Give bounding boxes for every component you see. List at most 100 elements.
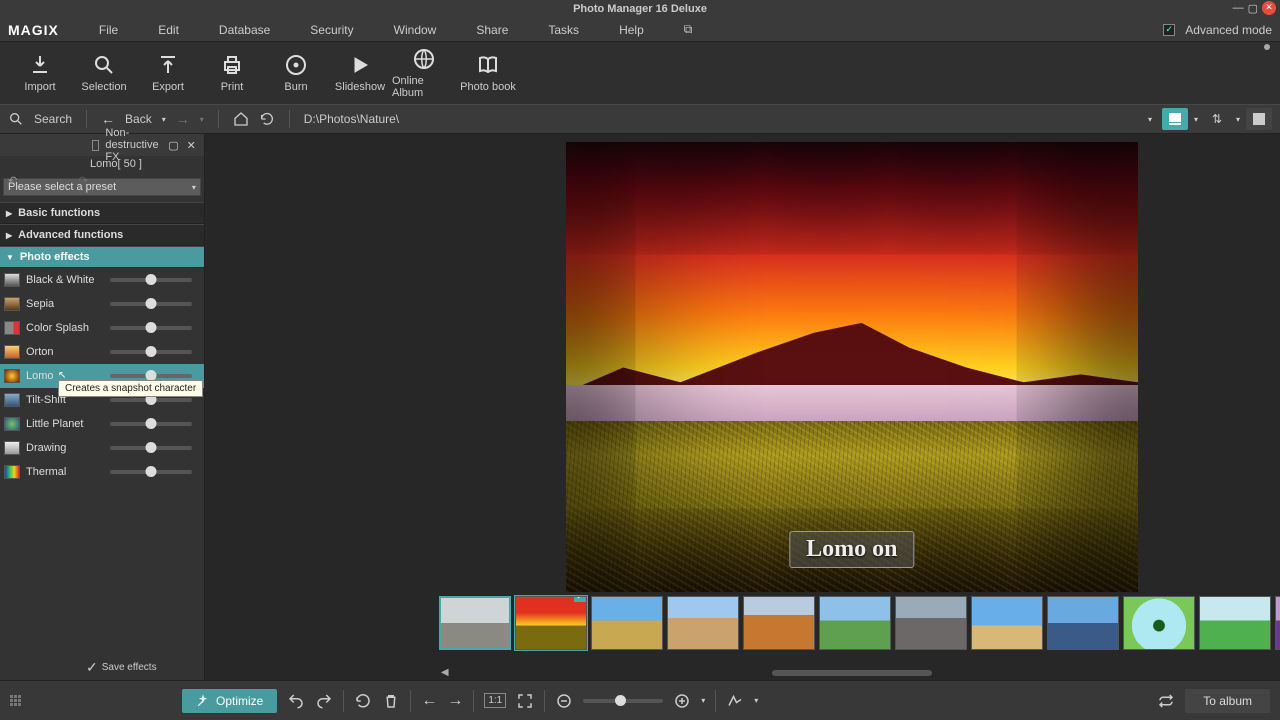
import-button[interactable]: Import (8, 43, 72, 103)
effect-lomo-slider[interactable] (110, 374, 192, 378)
thumbnail-9[interactable] (1047, 596, 1119, 650)
thumbnail-4[interactable] (667, 596, 739, 650)
photo-book-button[interactable]: Photo book (456, 43, 520, 103)
maximize-button[interactable]: ▢ (1248, 2, 1258, 15)
zoom-1to1-button[interactable]: 1:1 (484, 693, 506, 708)
close-button[interactable]: ✕ (1262, 1, 1276, 15)
group-basic-functions[interactable]: ▶Basic functions (0, 202, 204, 224)
thumbnail-7[interactable] (895, 596, 967, 650)
effect-tilt-shift-slider[interactable] (110, 398, 192, 402)
effect-black-white[interactable]: Black & White (0, 268, 204, 292)
effect-black-white-slider[interactable] (110, 278, 192, 282)
zoom-dropdown[interactable]: ▾ (701, 696, 705, 705)
menu-edit[interactable]: Edit (158, 23, 179, 37)
effect-color-splash[interactable]: Color Splash (0, 316, 204, 340)
effect-little-planet[interactable]: Little Planet (0, 412, 204, 436)
strip-prev[interactable]: ◀ (441, 667, 449, 678)
thumbnail-12[interactable] (1275, 596, 1280, 650)
menu-database[interactable]: Database (219, 23, 270, 37)
menu-share[interactable]: Share (476, 23, 508, 37)
effect-orton[interactable]: Orton (0, 340, 204, 364)
advanced-mode-checkbox[interactable] (1163, 24, 1175, 36)
thumbnail-8[interactable] (971, 596, 1043, 650)
undo-icon[interactable] (287, 692, 305, 710)
refresh-icon[interactable] (259, 111, 275, 127)
search-label[interactable]: Search (34, 112, 72, 126)
to-album-button[interactable]: To album (1185, 689, 1270, 713)
online-album-button[interactable]: Online Album (392, 43, 456, 103)
menu-tasks[interactable]: Tasks (548, 23, 579, 37)
menu-window[interactable]: Window (394, 23, 437, 37)
back-dropdown[interactable]: ▾ (162, 115, 166, 124)
grip-icon[interactable] (10, 695, 22, 707)
forward-arrow-icon[interactable]: → (176, 111, 190, 127)
effect-color-splash-slider[interactable] (110, 326, 192, 330)
thumbnail-6[interactable] (819, 596, 891, 650)
effect-drawing-slider[interactable] (110, 446, 192, 450)
zoom-in-icon[interactable] (673, 692, 691, 710)
effect-little-planet-slider[interactable] (110, 422, 192, 426)
effects-panel: Non-destructive FX ▢ ✕ Lomo[ 50 ] ↶ ↷ Pl… (0, 134, 205, 680)
effect-thermal[interactable]: Thermal (0, 460, 204, 484)
thumbnail-5[interactable] (743, 596, 815, 650)
optimize-button[interactable]: Optimize (182, 689, 277, 713)
effect-sepia-slider[interactable] (110, 302, 192, 306)
view-mode-preview[interactable] (1162, 108, 1188, 130)
effects-panel-header: Non-destructive FX ▢ ✕ (0, 134, 204, 156)
undo-icon[interactable]: ↶ (8, 174, 17, 187)
globe-icon (412, 47, 436, 71)
effect-lomo[interactable]: Lomo ↖ Creates a snapshot character (0, 364, 204, 388)
effect-settings-icon[interactable] (726, 692, 744, 710)
rotate-left-icon[interactable] (354, 692, 372, 710)
panel-maximize-icon[interactable]: ▢ (168, 139, 178, 152)
effect-thermal-slider[interactable] (110, 470, 192, 474)
panel-close-icon[interactable]: ✕ (187, 139, 196, 152)
path-display[interactable]: D:\Photos\Nature\ (304, 112, 399, 126)
back-arrow-icon[interactable]: ← (101, 111, 115, 127)
zoom-out-icon[interactable] (555, 692, 573, 710)
delete-icon[interactable] (382, 692, 400, 710)
strip-scrollbar[interactable] (772, 670, 932, 676)
slideshow-button[interactable]: Slideshow (328, 43, 392, 103)
thumbnail-3[interactable] (591, 596, 663, 650)
search-icon[interactable] (8, 111, 24, 127)
redo-icon[interactable] (315, 692, 333, 710)
redo-icon[interactable]: ↷ (79, 174, 88, 187)
view-mode-panel[interactable] (1246, 108, 1272, 130)
loop-icon[interactable] (1157, 692, 1175, 710)
effect-drawing[interactable]: Drawing (0, 436, 204, 460)
zoom-slider[interactable] (583, 699, 663, 703)
nondestructive-checkbox[interactable] (92, 140, 99, 151)
thumbnail-1[interactable] (439, 596, 511, 650)
minimize-button[interactable]: — (1233, 2, 1244, 14)
thumbnail-11[interactable] (1199, 596, 1271, 650)
home-icon[interactable] (233, 111, 249, 127)
effect-tooltip: Creates a snapshot character (58, 380, 203, 397)
back-label[interactable]: Back (125, 112, 152, 126)
menu-help[interactable]: Help (619, 23, 644, 37)
save-effects[interactable]: ✓ Save effects (86, 659, 157, 676)
view-mode-dropdown[interactable]: ▾ (1194, 115, 1198, 124)
menu-security[interactable]: Security (310, 23, 353, 37)
effect-orton-slider[interactable] (110, 350, 192, 354)
group-advanced-functions[interactable]: ▶Advanced functions (0, 224, 204, 246)
menu-file[interactable]: File (99, 23, 118, 37)
selection-button[interactable]: Selection (72, 43, 136, 103)
effect-sepia[interactable]: Sepia (0, 292, 204, 316)
thumbnail-10[interactable] (1123, 596, 1195, 650)
forward-dropdown[interactable]: ▾ (200, 115, 204, 124)
print-button[interactable]: Print (200, 43, 264, 103)
next-photo-icon[interactable]: → (447, 692, 463, 710)
prev-photo-icon[interactable]: ← (421, 692, 437, 710)
view-mode-sort[interactable]: ⇅ (1204, 108, 1230, 130)
export-button[interactable]: Export (136, 43, 200, 103)
menu-help-extra-icon[interactable]: ⧉ (684, 22, 693, 37)
fullscreen-icon[interactable] (516, 692, 534, 710)
burn-button[interactable]: Burn (264, 43, 328, 103)
sort-dropdown[interactable]: ▾ (1236, 115, 1240, 124)
path-dropdown[interactable]: ▾ (1148, 115, 1152, 124)
thumbnail-2[interactable]: ✓ (515, 596, 587, 650)
effect-settings-dropdown[interactable]: ▾ (754, 696, 758, 705)
photo-canvas[interactable]: Lomo on (566, 142, 1138, 592)
group-photo-effects[interactable]: ▼Photo effects (0, 246, 204, 268)
